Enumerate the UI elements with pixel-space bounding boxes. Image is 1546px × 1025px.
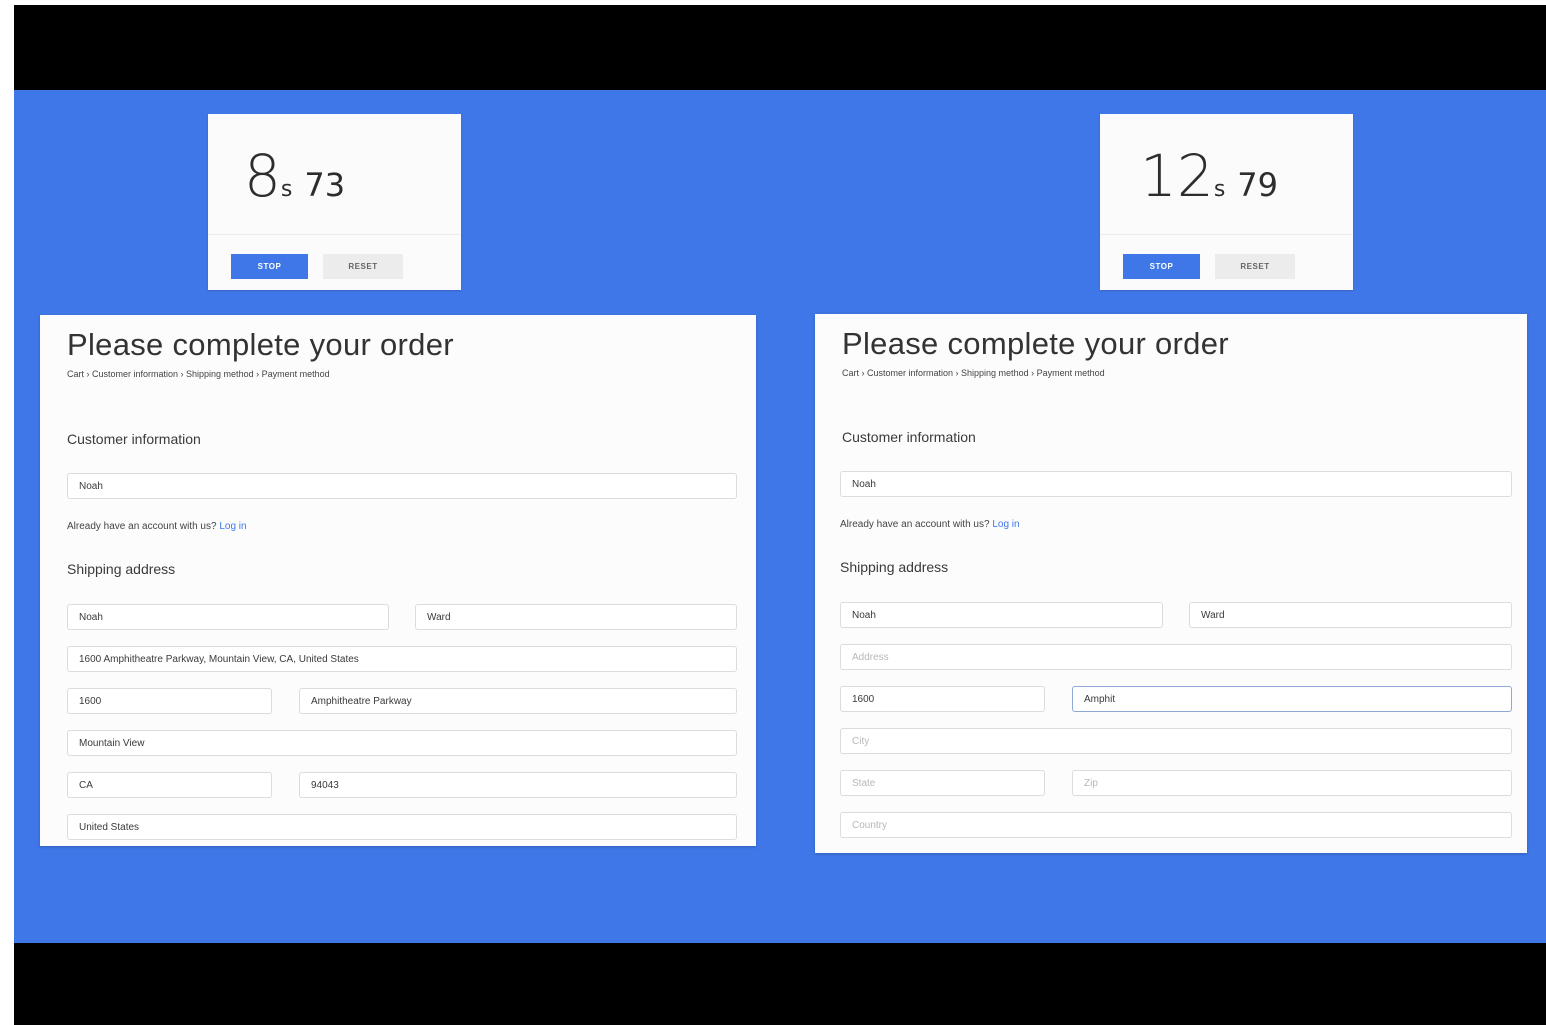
left-checkout-form: Please complete your order Cart › Custom…: [40, 315, 756, 846]
left-timer-divider: [208, 234, 461, 235]
left-last-name-field[interactable]: [415, 604, 737, 630]
right-street-number-field[interactable]: [840, 686, 1045, 712]
right-timer-centiseconds: 79: [1237, 166, 1278, 204]
left-reset-button[interactable]: RESET: [323, 254, 403, 279]
right-shipping-heading: Shipping address: [840, 559, 949, 575]
left-state-field[interactable]: [67, 772, 272, 798]
left-breadcrumb: Cart › Customer information › Shipping m…: [67, 369, 330, 379]
right-last-name-field[interactable]: [1189, 602, 1512, 628]
left-street-number-field[interactable]: [67, 688, 272, 714]
right-customer-info-heading: Customer information: [842, 429, 976, 445]
right-city-field[interactable]: [840, 728, 1512, 754]
right-timer-display: 12s 79: [1140, 142, 1278, 210]
right-timer-divider: [1100, 234, 1353, 235]
left-address-field[interactable]: [67, 646, 737, 672]
right-login-link[interactable]: Log in: [992, 519, 1019, 530]
right-account-note: Already have an account with us? Log in: [840, 519, 1020, 530]
left-timer-unit: s: [280, 177, 293, 202]
right-zip-field[interactable]: [1072, 770, 1512, 796]
left-shipping-heading: Shipping address: [67, 561, 176, 577]
left-page-title: Please complete your order: [67, 327, 454, 362]
left-zip-field[interactable]: [299, 772, 737, 798]
right-address-field[interactable]: [840, 644, 1512, 670]
right-state-field[interactable]: [840, 770, 1045, 796]
left-account-text: Already have an account with us?: [67, 521, 217, 532]
left-email-field[interactable]: [67, 473, 737, 499]
left-timer-seconds: 8: [244, 142, 281, 210]
right-timer-seconds: 12: [1140, 142, 1214, 210]
left-stop-button[interactable]: STOP: [231, 254, 308, 279]
left-timer-centiseconds: 73: [304, 166, 346, 204]
right-page-title: Please complete your order: [842, 326, 1229, 361]
right-street-name-field[interactable]: [1072, 686, 1512, 712]
right-checkout-form: Please complete your order Cart › Custom…: [815, 314, 1527, 853]
right-reset-button[interactable]: RESET: [1215, 254, 1295, 279]
right-first-name-field[interactable]: [840, 602, 1163, 628]
left-city-field[interactable]: [67, 730, 737, 756]
right-country-field[interactable]: [840, 812, 1512, 838]
right-timer-unit: s: [1213, 177, 1226, 202]
right-account-text: Already have an account with us?: [840, 519, 990, 530]
left-street-name-field[interactable]: [299, 688, 737, 714]
left-first-name-field[interactable]: [67, 604, 389, 630]
right-stopwatch: 12s 79 STOP RESET: [1100, 114, 1353, 290]
left-stopwatch: 8s 73 STOP RESET: [208, 114, 461, 290]
right-breadcrumb: Cart › Customer information › Shipping m…: [842, 368, 1105, 378]
left-country-field[interactable]: [67, 814, 737, 840]
left-customer-info-heading: Customer information: [67, 431, 201, 447]
right-email-field[interactable]: [840, 471, 1512, 497]
left-account-note: Already have an account with us? Log in: [67, 521, 247, 532]
right-stop-button[interactable]: STOP: [1123, 254, 1200, 279]
left-timer-display: 8s 73: [244, 142, 345, 210]
left-login-link[interactable]: Log in: [219, 521, 246, 532]
